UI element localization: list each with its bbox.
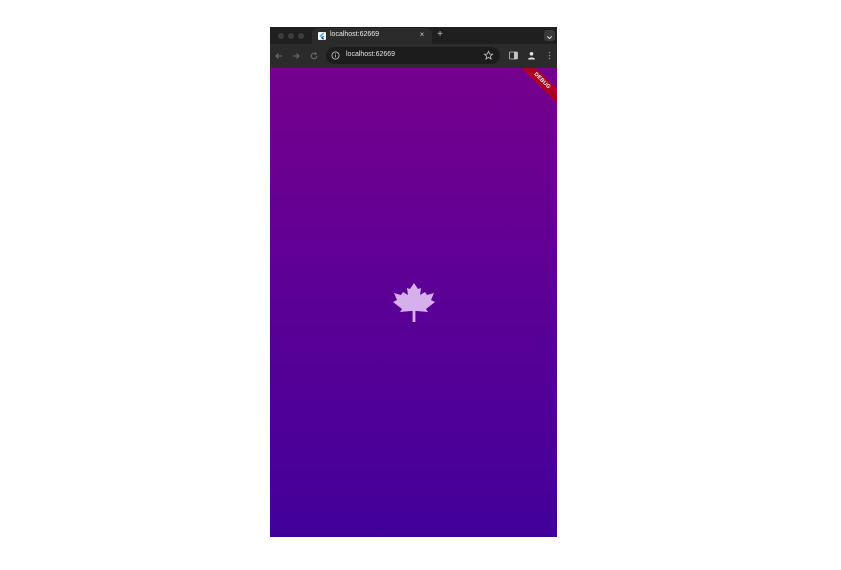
browser-tab[interactable]: localhost:62669 × (312, 28, 432, 44)
maple-leaf-icon (393, 283, 435, 322)
window-zoom-dot[interactable] (298, 33, 304, 39)
person-icon[interactable] (526, 50, 537, 61)
window-minimize-dot[interactable] (288, 33, 294, 39)
tab-strip: localhost:62669 × + (270, 27, 557, 44)
tab-title: localhost:62669 (330, 31, 380, 38)
new-tab-button[interactable]: + (434, 29, 446, 41)
url-text[interactable]: localhost:62669 (346, 51, 395, 58)
back-button[interactable] (273, 50, 285, 62)
browser-window: localhost:62669 × + localhost:62669 DEBU… (270, 27, 557, 537)
debug-banner-label: DEBUG (532, 71, 552, 91)
arrow-left-icon (275, 53, 282, 59)
tab-close-icon[interactable]: × (417, 30, 427, 40)
more-vert-icon[interactable] (544, 50, 555, 61)
tab-search-button[interactable] (544, 30, 555, 41)
flutter-favicon-icon (318, 32, 326, 40)
forward-button[interactable] (290, 50, 302, 62)
reload-button[interactable] (308, 50, 320, 62)
side-panel-icon[interactable] (508, 50, 519, 61)
app-viewport: DEBUG (270, 68, 557, 537)
info-circle-icon[interactable] (331, 51, 340, 60)
star-icon[interactable] (483, 50, 494, 61)
address-bar[interactable]: localhost:62669 (326, 47, 500, 64)
window-close-dot[interactable] (278, 33, 284, 39)
arrow-right-icon (293, 53, 300, 59)
debug-banner: DEBUG (513, 68, 557, 110)
browser-toolbar: localhost:62669 (270, 44, 557, 68)
reload-icon (310, 52, 318, 60)
chevron-down-icon (546, 36, 553, 40)
